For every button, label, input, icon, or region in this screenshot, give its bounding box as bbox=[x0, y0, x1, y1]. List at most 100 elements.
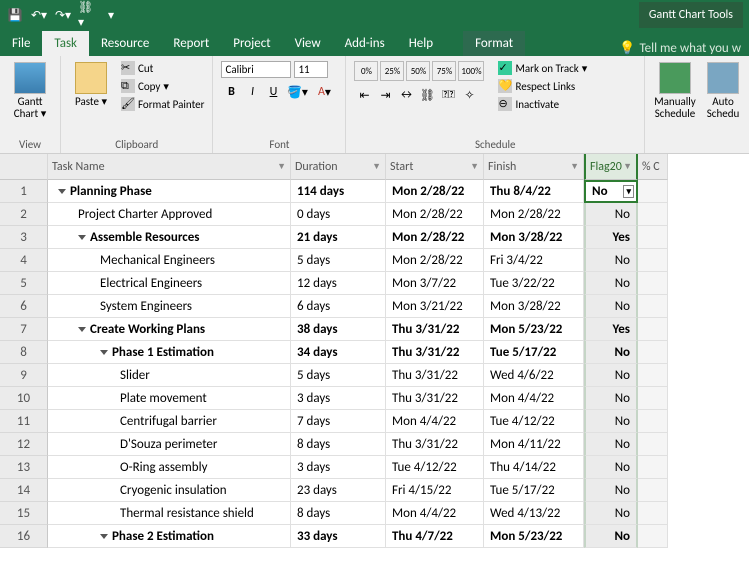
task-name-cell[interactable]: Electrical Engineers bbox=[48, 272, 291, 295]
col-header-taskname[interactable]: Task Name▼ bbox=[48, 154, 291, 180]
task-name-cell[interactable]: Phase 1 Estimation bbox=[48, 341, 291, 364]
row-header[interactable]: 13 bbox=[0, 456, 48, 479]
underline-button[interactable]: U bbox=[263, 82, 283, 102]
tab-help[interactable]: Help bbox=[397, 31, 445, 56]
manually-schedule-button[interactable]: Manually Schedule bbox=[651, 60, 699, 122]
col-header-percent[interactable]: % C bbox=[638, 154, 668, 180]
percent-25-button[interactable]: 25% bbox=[380, 61, 404, 81]
col-header-start[interactable]: Start▼ bbox=[386, 154, 484, 180]
duration-cell[interactable]: 7 days bbox=[291, 410, 386, 433]
tab-report[interactable]: Report bbox=[161, 31, 221, 56]
start-cell[interactable]: Mon 3/21/22 bbox=[386, 295, 484, 318]
font-face-select[interactable]: Calibri bbox=[221, 61, 291, 78]
duration-cell[interactable]: 33 days bbox=[291, 525, 386, 548]
percent-cell[interactable] bbox=[638, 249, 668, 272]
finish-cell[interactable]: Mon 2/28/22 bbox=[484, 203, 584, 226]
task-name-cell[interactable]: Cryogenic insulation bbox=[48, 479, 291, 502]
task-name-cell[interactable]: Thermal resistance shield bbox=[48, 502, 291, 525]
flag-cell[interactable]: No bbox=[584, 433, 638, 456]
tab-view[interactable]: View bbox=[283, 31, 333, 56]
flag-cell[interactable]: No bbox=[584, 525, 638, 548]
finish-cell[interactable]: Thu 4/14/22 bbox=[484, 456, 584, 479]
respect-links-button[interactable]: 💛Respect Links bbox=[496, 78, 589, 94]
flag-cell[interactable]: No▾ bbox=[584, 180, 638, 203]
percent-cell[interactable] bbox=[638, 203, 668, 226]
percent-cell[interactable] bbox=[638, 180, 668, 203]
row-header[interactable]: 2 bbox=[0, 203, 48, 226]
flag-cell[interactable]: No bbox=[584, 295, 638, 318]
finish-cell[interactable]: Tue 5/17/22 bbox=[484, 341, 584, 364]
row-header[interactable]: 4 bbox=[0, 249, 48, 272]
redo-icon[interactable]: ↷▾ bbox=[54, 6, 72, 24]
start-cell[interactable]: Thu 4/7/22 bbox=[386, 525, 484, 548]
task-name-cell[interactable]: System Engineers bbox=[48, 295, 291, 318]
percent-cell[interactable] bbox=[638, 295, 668, 318]
percent-0-button[interactable]: 0% bbox=[354, 61, 378, 81]
flag-cell[interactable]: No bbox=[584, 387, 638, 410]
duration-cell[interactable]: 5 days bbox=[291, 249, 386, 272]
outline-toggle-icon[interactable] bbox=[100, 350, 108, 355]
finish-cell[interactable]: Wed 4/6/22 bbox=[484, 364, 584, 387]
tab-addins[interactable]: Add-ins bbox=[333, 31, 397, 56]
link-tasks-button[interactable]: ⛓ bbox=[417, 85, 437, 105]
duration-cell[interactable]: 12 days bbox=[291, 272, 386, 295]
bold-button[interactable]: B bbox=[221, 82, 241, 102]
row-header[interactable]: 5 bbox=[0, 272, 48, 295]
tab-resource[interactable]: Resource bbox=[89, 31, 161, 56]
font-size-select[interactable]: 11 bbox=[294, 61, 328, 78]
row-header[interactable]: 7 bbox=[0, 318, 48, 341]
row-header[interactable]: 16 bbox=[0, 525, 48, 548]
cut-button[interactable]: ✂Cut bbox=[119, 60, 206, 76]
task-name-cell[interactable]: Slider bbox=[48, 364, 291, 387]
col-header-flag[interactable]: Flag20▼ bbox=[584, 154, 638, 180]
percent-cell[interactable] bbox=[638, 387, 668, 410]
flag-cell[interactable]: No bbox=[584, 203, 638, 226]
undo-icon[interactable]: ↶▾ bbox=[30, 6, 48, 24]
indent-button[interactable]: ⇥ bbox=[375, 85, 395, 105]
format-painter-button[interactable]: 🖌Format Painter bbox=[119, 96, 206, 112]
outline-toggle-icon[interactable] bbox=[78, 235, 86, 240]
task-name-cell[interactable]: Phase 2 Estimation bbox=[48, 525, 291, 548]
percent-cell[interactable] bbox=[638, 502, 668, 525]
row-header[interactable]: 11 bbox=[0, 410, 48, 433]
start-cell[interactable]: Thu 3/31/22 bbox=[386, 433, 484, 456]
task-name-cell[interactable]: Assemble Resources bbox=[48, 226, 291, 249]
gantt-chart-button[interactable]: Gantt Chart ▾ bbox=[6, 60, 54, 122]
duration-cell[interactable]: 8 days bbox=[291, 433, 386, 456]
start-cell[interactable]: Thu 3/31/22 bbox=[386, 341, 484, 364]
task-name-cell[interactable]: Mechanical Engineers bbox=[48, 249, 291, 272]
flag-cell[interactable]: No bbox=[584, 272, 638, 295]
finish-cell[interactable]: Tue 5/17/22 bbox=[484, 479, 584, 502]
finish-cell[interactable]: Tue 3/22/22 bbox=[484, 272, 584, 295]
flag-cell[interactable]: No bbox=[584, 364, 638, 387]
duration-cell[interactable]: 8 days bbox=[291, 502, 386, 525]
row-header[interactable]: 15 bbox=[0, 502, 48, 525]
finish-cell[interactable]: Mon 4/4/22 bbox=[484, 387, 584, 410]
finish-cell[interactable]: Mon 4/11/22 bbox=[484, 433, 584, 456]
row-header[interactable]: 8 bbox=[0, 341, 48, 364]
outline-toggle-icon[interactable] bbox=[100, 534, 108, 539]
task-name-cell[interactable]: Create Working Plans bbox=[48, 318, 291, 341]
outline-toggle-icon[interactable] bbox=[58, 189, 66, 194]
tab-file[interactable]: File bbox=[0, 31, 42, 56]
tell-me-search[interactable]: 💡 Tell me what you w bbox=[611, 41, 749, 56]
row-header[interactable]: 12 bbox=[0, 433, 48, 456]
finish-cell[interactable]: Mon 5/23/22 bbox=[484, 318, 584, 341]
col-header-finish[interactable]: Finish▼ bbox=[484, 154, 584, 180]
tab-project[interactable]: Project bbox=[221, 31, 282, 56]
unlink-tasks-button[interactable]: ⛓̸ bbox=[438, 85, 458, 105]
duration-cell[interactable]: 21 days bbox=[291, 226, 386, 249]
col-header-duration[interactable]: Duration▼ bbox=[291, 154, 386, 180]
duration-cell[interactable]: 3 days bbox=[291, 456, 386, 479]
flag-cell[interactable]: Yes bbox=[584, 318, 638, 341]
save-icon[interactable]: 💾 bbox=[6, 6, 24, 24]
task-name-cell[interactable]: Centrifugal barrier bbox=[48, 410, 291, 433]
task-name-cell[interactable]: Project Charter Approved bbox=[48, 203, 291, 226]
percent-cell[interactable] bbox=[638, 410, 668, 433]
tab-task[interactable]: Task bbox=[42, 31, 89, 56]
row-header[interactable]: 9 bbox=[0, 364, 48, 387]
percent-cell[interactable] bbox=[638, 479, 668, 502]
flag-cell[interactable]: No bbox=[584, 341, 638, 364]
copy-button[interactable]: ⧉Copy ▾ bbox=[119, 78, 206, 94]
percent-cell[interactable] bbox=[638, 433, 668, 456]
